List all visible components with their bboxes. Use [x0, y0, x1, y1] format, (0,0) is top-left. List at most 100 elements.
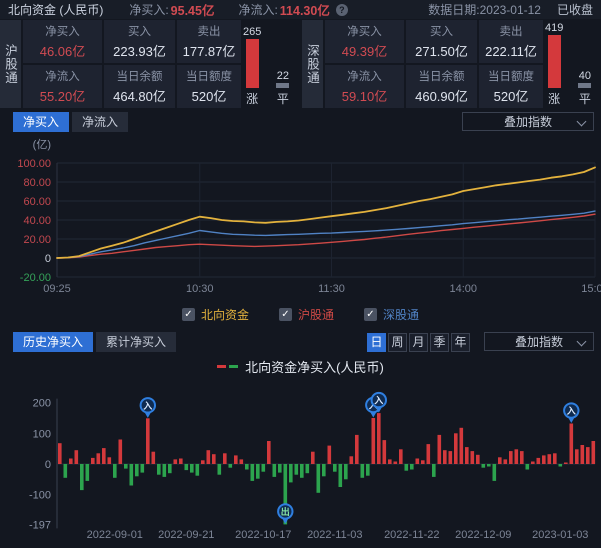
- period-buttons: 日周月季年: [367, 333, 470, 352]
- stat-value: 464.80亿: [113, 86, 166, 105]
- stat-cell: 卖出177.87亿: [177, 20, 241, 63]
- bar: [212, 454, 216, 464]
- bar: [218, 464, 222, 475]
- buy-marker-pin: 入: [141, 398, 155, 418]
- tab-累计净买入[interactable]: 累计净买入: [96, 332, 176, 352]
- bar: [520, 451, 524, 464]
- checkbox-checked-icon[interactable]: ✓: [364, 308, 377, 321]
- bar: [553, 453, 557, 464]
- bar: [383, 440, 387, 464]
- overlay-index-dropdown-2[interactable]: 叠加指数: [484, 332, 594, 351]
- y-axis-tick: 60.00: [23, 196, 51, 208]
- bar: [262, 464, 266, 472]
- svg-text:入: 入: [373, 396, 383, 406]
- history-bar-chart: 2001000-100-1972022-09-012022-09-212022-…: [0, 372, 601, 548]
- bar: [229, 464, 233, 468]
- bar: [482, 464, 486, 468]
- bar: [306, 464, 310, 473]
- overlay-index-label: 叠加指数: [504, 113, 552, 130]
- tab-净流入[interactable]: 净流入: [72, 112, 128, 132]
- period-button-季[interactable]: 季: [430, 333, 449, 352]
- period-button-月[interactable]: 月: [409, 333, 428, 352]
- bar: [64, 464, 68, 478]
- bar: [399, 449, 403, 464]
- bar: [196, 464, 200, 476]
- period-button-周[interactable]: 周: [388, 333, 407, 352]
- y-axis-tick: -100: [29, 490, 51, 502]
- period-button-年[interactable]: 年: [451, 333, 470, 352]
- tab-净买入[interactable]: 净买入: [13, 112, 69, 132]
- stat-cell: 当日额度520亿: [479, 65, 543, 108]
- buy-marker-pin: 入: [564, 403, 578, 423]
- bar: [152, 452, 156, 464]
- unit-label: (亿): [33, 138, 51, 151]
- x-axis-tick: 2022-11-03: [307, 529, 362, 541]
- data-date: 数据日期:2023-01-12: [428, 1, 541, 18]
- legend-label: 北向资金: [201, 306, 249, 323]
- bar: [465, 447, 469, 464]
- tab-历史净买入[interactable]: 历史净买入: [13, 332, 93, 352]
- intraday-tabs: 净买入净流入: [13, 112, 128, 132]
- period-button-日[interactable]: 日: [367, 333, 386, 352]
- page-title: 北向资金 (人民币): [8, 1, 103, 18]
- net-buy-value: 95.45亿: [171, 0, 215, 19]
- y-axis-tick: 100.00: [17, 158, 51, 170]
- stat-value: 177.87亿: [183, 41, 236, 60]
- stat-label: 卖出: [500, 23, 523, 39]
- history-tabs: 历史净买入累计净买入: [13, 332, 176, 352]
- line-series-深股通: [57, 211, 595, 258]
- legend-item-沪股通[interactable]: ✓ 沪股通: [279, 306, 334, 323]
- breadth-label: 平: [579, 90, 591, 107]
- x-axis-tick: 2022-09-01: [87, 529, 143, 541]
- bar: [317, 464, 321, 493]
- bar: [498, 457, 502, 464]
- breadth-value: 265: [243, 26, 261, 38]
- bar: [75, 450, 79, 464]
- y-axis-tick: 100: [33, 428, 51, 440]
- bar: [289, 464, 293, 482]
- bar: [460, 428, 464, 464]
- stat-cell: 卖出222.11亿: [479, 20, 543, 63]
- bar: [405, 464, 409, 471]
- bar: [108, 457, 112, 464]
- bar: [559, 464, 563, 467]
- bar: [366, 464, 370, 476]
- y-axis-tick: -197: [29, 519, 51, 531]
- checkbox-checked-icon[interactable]: ✓: [279, 308, 292, 321]
- bar: [179, 459, 183, 465]
- bar: [586, 447, 590, 464]
- help-icon[interactable]: ?: [336, 4, 348, 16]
- legend-item-深股通[interactable]: ✓深股通: [364, 306, 419, 323]
- bar: [91, 458, 95, 464]
- bar: [350, 456, 354, 464]
- stat-label: 当日额度: [488, 68, 534, 84]
- net-buy-summary: 净买入: 95.45亿: [129, 0, 218, 19]
- bar: [190, 464, 194, 473]
- breadth-value: 22: [277, 70, 289, 82]
- bar: [355, 435, 359, 464]
- overlay-index-dropdown[interactable]: 叠加指数: [462, 112, 594, 131]
- svg-text:入: 入: [566, 406, 576, 416]
- breadth-column: 40平: [578, 70, 591, 107]
- bar: [251, 464, 255, 481]
- breadth-column: 265涨: [243, 26, 261, 107]
- stat-label: 买入: [430, 23, 453, 39]
- svg-text:入: 入: [142, 401, 152, 411]
- bar: [174, 459, 178, 464]
- bar: [273, 464, 277, 477]
- bar: [427, 444, 431, 464]
- checkbox-checked-icon[interactable]: ✓: [182, 308, 195, 321]
- bar: [509, 451, 513, 464]
- stat-label: 净买入: [45, 23, 80, 39]
- legend-item-北向资金[interactable]: ✓ 北向资金: [182, 306, 249, 323]
- market-status-badge: 已收盘: [557, 1, 593, 18]
- bar: [504, 459, 508, 464]
- stat-cell: 净买入49.39亿: [325, 20, 404, 63]
- bar: [361, 464, 365, 478]
- net-buy-label: 净买入:: [129, 1, 168, 18]
- x-axis-tick: 10:30: [186, 283, 214, 295]
- bar: [443, 450, 447, 464]
- legend-label: 沪股通: [298, 306, 334, 323]
- breadth-label: 平: [277, 90, 289, 107]
- stat-cell: 净流入55.20亿: [23, 65, 102, 108]
